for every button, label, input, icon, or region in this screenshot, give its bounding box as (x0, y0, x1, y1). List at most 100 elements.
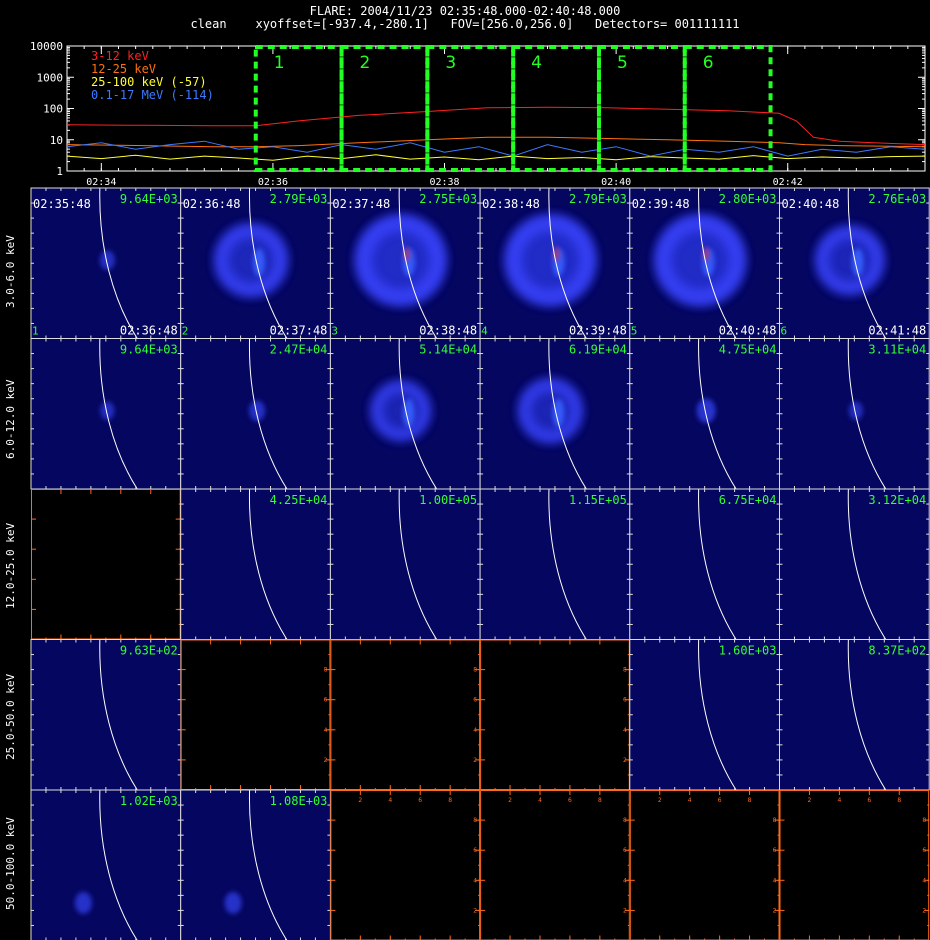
cell-background (180, 790, 331, 940)
empty-tick-label: 8 (922, 817, 926, 824)
image-cell: 1.00E+05 (329, 488, 481, 640)
energy-band-label: 50.0-100.0 keV (4, 817, 17, 911)
interval-end-time: 02:39:48 (569, 324, 627, 338)
empty-tick-label: 8 (773, 817, 777, 824)
max-value-label: 6.75E+04 (719, 493, 777, 507)
empty-tick-label: 6 (623, 697, 627, 704)
interval-end-time: 02:37:48 (270, 324, 328, 338)
empty-tick-label: 8 (598, 797, 602, 804)
empty-tick-label: 4 (324, 727, 328, 734)
image-cell: 1.02E+03 (30, 789, 182, 940)
source-blob (249, 400, 266, 422)
interval-end-time: 02:41:48 (868, 324, 926, 338)
interval-end-time: 02:38:48 (419, 324, 477, 338)
empty-tick-label: 2 (324, 757, 328, 764)
image-cell: 2 2 4 4 6 6 8 8 (779, 790, 930, 940)
image-grid-plot: 9.64E+03 02:35:48 02:36:48 1 2.79E+03 02:36:4… (30, 187, 930, 940)
max-value-label: 1.00E+05 (419, 493, 477, 507)
image-cell: 2.47E+04 (180, 338, 331, 490)
image-cell: 1.60E+03 (629, 639, 780, 791)
empty-tick-label: 4 (538, 797, 542, 804)
image-cell: 9.64E+03 02:35:48 02:36:48 1 (30, 187, 182, 339)
empty-tick-label: 4 (623, 727, 627, 734)
energy-band-label: 25.0-50.0 keV (4, 673, 17, 760)
max-value-label: 2.75E+03 (419, 192, 477, 206)
empty-tick-label: 8 (473, 817, 477, 824)
cell-background (480, 639, 630, 790)
image-cell: 6.75E+04 (629, 488, 780, 640)
empty-tick-label: 8 (448, 797, 452, 804)
interval-start-time: 02:40:48 (782, 197, 840, 211)
interval-number: 3 (331, 325, 338, 338)
image-cell: 4.75E+04 (629, 338, 780, 490)
interval-number: 5 (631, 325, 638, 338)
empty-tick-label: 6 (922, 847, 926, 854)
cell-background (779, 489, 930, 640)
cell-background (180, 639, 331, 790)
max-value-label: 9.63E+02 (120, 644, 178, 658)
max-value-label: 2.79E+03 (569, 192, 627, 206)
image-cell: 8.37E+02 (779, 639, 930, 791)
cell-background (629, 790, 780, 940)
source-blob (74, 891, 92, 914)
max-value-label: 3.12E+04 (868, 493, 926, 507)
image-cell: 2.75E+03 02:37:48 02:38:48 3 (329, 187, 481, 339)
empty-tick-label: 8 (324, 667, 328, 674)
empty-tick-label: 6 (473, 697, 477, 704)
max-value-label: 1.08E+03 (270, 794, 328, 808)
cell-background (629, 639, 780, 790)
energy-band-label: 3.0-6.0 keV (4, 235, 17, 309)
source-blob (224, 891, 242, 914)
empty-tick-label: 8 (623, 817, 627, 824)
empty-tick-label: 8 (473, 667, 477, 674)
interval-start-time: 02:38:48 (482, 197, 540, 211)
empty-tick-label: 6 (718, 797, 722, 804)
cell-background (330, 790, 481, 940)
interval-number: 2 (182, 325, 189, 338)
image-cell: 2 2 4 4 6 6 8 8 (330, 790, 481, 940)
cell-background (330, 639, 481, 790)
empty-tick-label: 2 (473, 907, 477, 914)
empty-tick-label: 2 (473, 757, 477, 764)
interval-start-time: 02:37:48 (332, 197, 390, 211)
empty-tick-label: 2 (508, 797, 512, 804)
empty-tick-label: 6 (473, 847, 477, 854)
max-value-label: 2.47E+04 (270, 343, 328, 357)
max-value-label: 3.11E+04 (868, 343, 926, 357)
max-value-label: 9.64E+03 (120, 343, 178, 357)
cell-background (629, 489, 780, 640)
max-value-label: 8.37E+02 (868, 644, 926, 658)
max-value-label: 1.15E+05 (569, 493, 627, 507)
empty-tick-label: 4 (623, 877, 627, 884)
image-cell: 3.12E+04 (779, 488, 930, 640)
image-cell: 3.11E+04 (779, 338, 930, 490)
image-cell (31, 489, 181, 640)
image-cell: 2.79E+03 02:36:48 02:37:48 2 (180, 187, 331, 339)
image-cell: 1.15E+05 (479, 488, 631, 640)
max-value-label: 1.60E+03 (719, 644, 777, 658)
image-cell: 1.08E+03 (180, 789, 331, 940)
empty-tick-label: 2 (623, 757, 627, 764)
max-value-label: 2.80E+03 (719, 192, 777, 206)
interval-number: 6 (781, 325, 788, 338)
image-cell: 2 2 4 4 6 6 8 8 (480, 790, 630, 940)
empty-tick-label: 6 (623, 847, 627, 854)
interval-start-time: 02:39:48 (632, 197, 690, 211)
cell-background (480, 790, 630, 940)
empty-tick-label: 6 (418, 797, 422, 804)
image-cell: 2 4 6 8 (480, 639, 630, 790)
interval-number: 4 (481, 325, 488, 338)
image-cell: 2.79E+03 02:38:48 02:39:48 4 (479, 187, 631, 339)
empty-tick-label: 6 (568, 797, 572, 804)
cell-background (180, 489, 331, 640)
empty-tick-label: 4 (388, 797, 392, 804)
max-value-label: 4.25E+04 (270, 493, 328, 507)
energy-band-label: 12.0-25.0 keV (4, 523, 17, 610)
empty-tick-label: 2 (358, 797, 362, 804)
image-cell: 5.14E+04 (329, 338, 481, 490)
empty-tick-label: 4 (837, 797, 841, 804)
image-cell: 2.80E+03 02:39:48 02:40:48 5 (629, 187, 780, 339)
max-value-label: 4.75E+04 (719, 343, 777, 357)
empty-tick-label: 8 (897, 797, 901, 804)
empty-tick-label: 2 (922, 907, 926, 914)
